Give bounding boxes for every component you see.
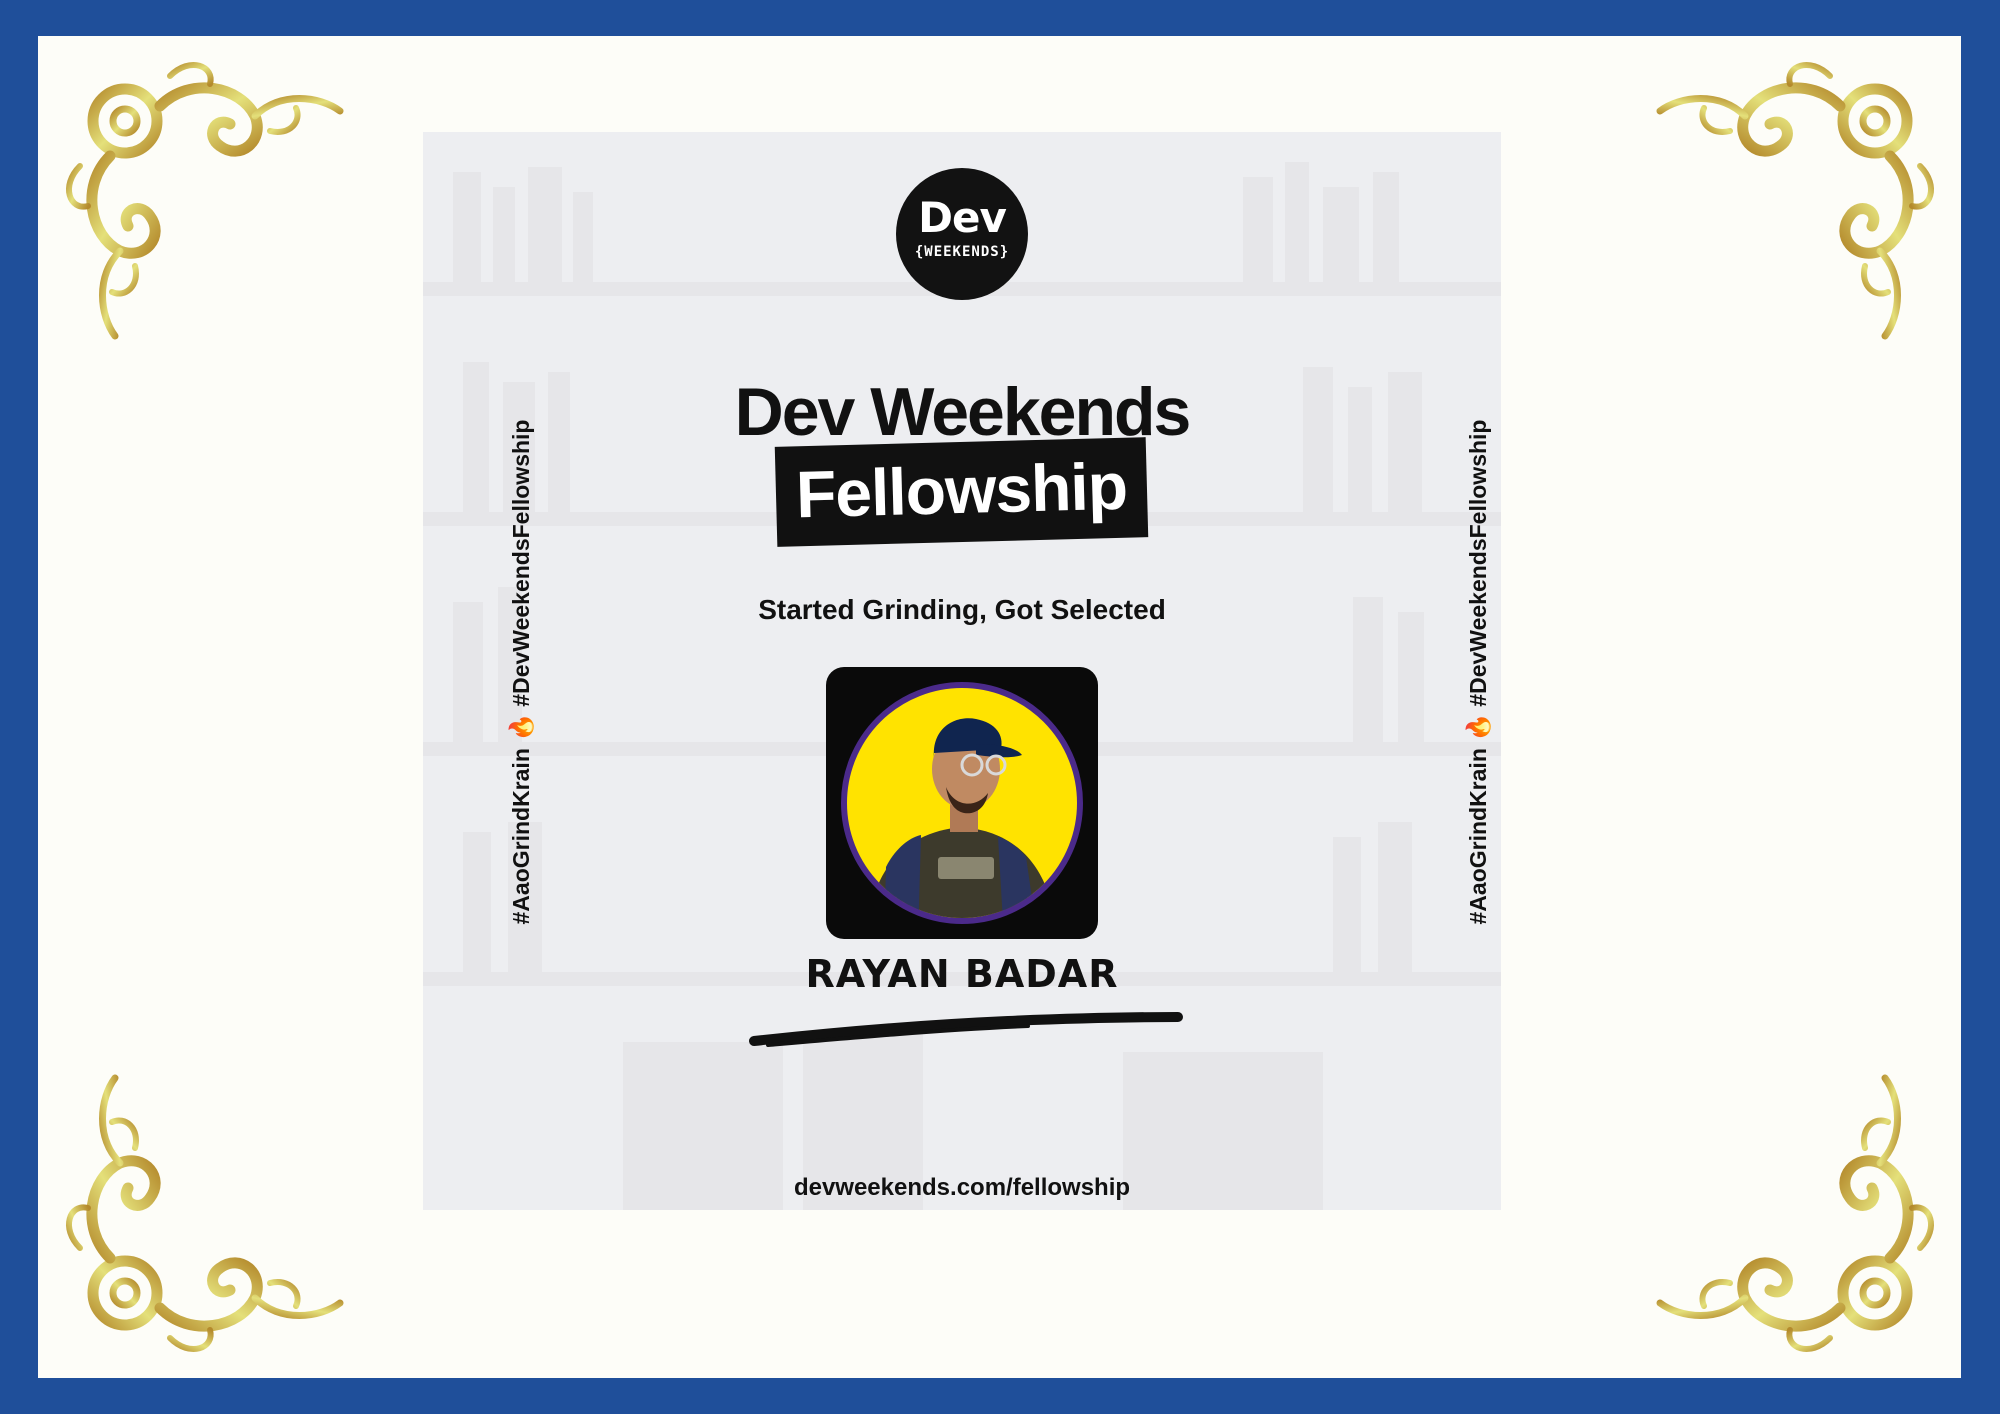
hashtag-fellowship: #DevWeekendsFellowship <box>508 419 534 707</box>
hashtag-fellowship: #DevWeekendsFellowship <box>1465 419 1491 707</box>
hashtag-strip-left: #AaoGrindKrain 🔥 #DevWeekendsFellowship <box>506 392 536 952</box>
fellowship-badge: Fellowship <box>775 437 1149 547</box>
tagline: Started Grinding, Got Selected <box>758 594 1166 625</box>
fellowship-poster: Dev {WEEKENDS} Dev Weekends Fellowship S… <box>423 132 1501 1210</box>
hashtag-strip-right: #AaoGrindKrain 🔥 #DevWeekendsFellowship <box>1463 392 1493 952</box>
logo-sub-text: {WEEKENDS} <box>914 244 1010 260</box>
logo-main-text: Dev <box>918 193 1007 242</box>
person-name: RAYAN BADAR <box>805 952 1119 996</box>
hashtag-grind: #AaoGrindKrain <box>1465 748 1491 925</box>
poster-title: Dev Weekends <box>734 374 1192 450</box>
corner-flourish-bottom-right-icon <box>1600 1018 1960 1378</box>
dev-weekends-logo: Dev {WEEKENDS} <box>896 168 1028 300</box>
corner-flourish-top-right-icon <box>1600 36 1960 396</box>
fire-emoji-icon: 🔥 <box>508 713 534 742</box>
corner-flourish-bottom-left-icon <box>40 1018 400 1378</box>
brush-underline <box>748 1005 1183 1055</box>
fellowship-url[interactable]: devweekends.com/fellowship <box>423 1174 1501 1202</box>
profile-photo <box>826 667 1098 939</box>
fellowship-badge-wrap: Fellowship <box>423 437 1501 547</box>
hashtag-grind: #AaoGrindKrain <box>508 748 534 925</box>
fire-emoji-icon: 🔥 <box>1465 713 1491 742</box>
corner-flourish-top-left-icon <box>40 36 400 396</box>
